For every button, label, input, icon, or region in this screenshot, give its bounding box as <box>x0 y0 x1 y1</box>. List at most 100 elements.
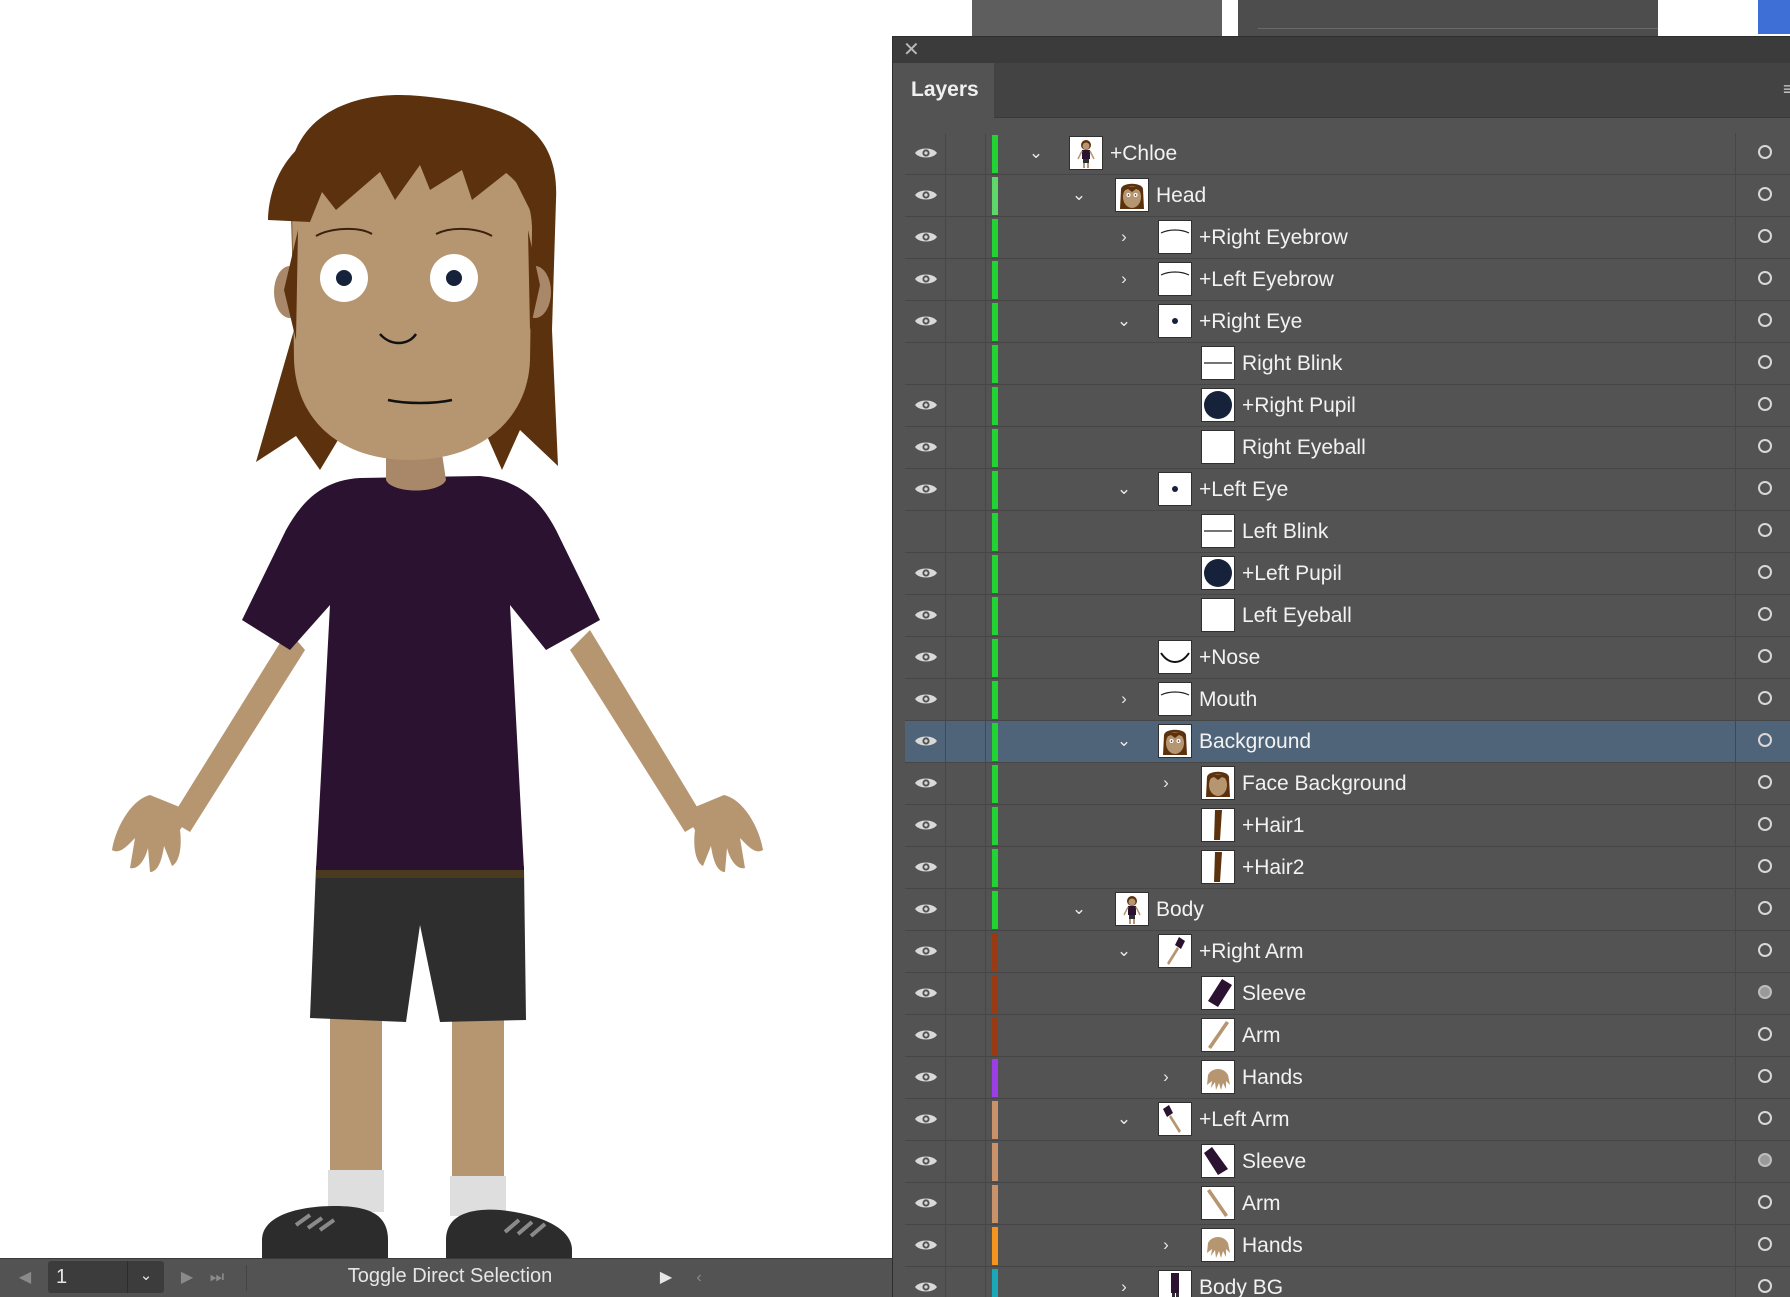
layer-row-hands[interactable]: › Hands <box>905 1225 1790 1267</box>
chevron-down-icon[interactable]: ⌄ <box>127 1261 164 1293</box>
target-circle-icon[interactable] <box>1758 271 1772 285</box>
layer-name[interactable]: +Right Pupil <box>1242 385 1356 426</box>
target-circle-icon[interactable] <box>1758 565 1772 579</box>
layer-thumbnail[interactable] <box>1069 136 1103 170</box>
target-circle-icon[interactable] <box>1758 1279 1772 1293</box>
previous-artboard-icon[interactable]: ◀ <box>14 1267 36 1289</box>
tab-layers[interactable]: Layers <box>893 63 994 118</box>
eye-icon[interactable] <box>905 427 945 468</box>
target-circle-icon[interactable] <box>1758 1027 1772 1041</box>
next-artboard-icon[interactable]: ▶ <box>176 1267 198 1289</box>
eye-icon[interactable] <box>905 889 945 930</box>
target-circle-icon[interactable] <box>1758 481 1772 495</box>
close-icon[interactable]: ✕ <box>903 39 920 61</box>
layer-thumbnail[interactable] <box>1201 1228 1235 1262</box>
layer-name[interactable]: Arm <box>1242 1183 1281 1224</box>
layer-thumbnail[interactable] <box>1201 598 1235 632</box>
target-circle-icon[interactable] <box>1758 691 1772 705</box>
chevron-right-icon[interactable]: › <box>1113 226 1135 248</box>
layer-thumbnail[interactable] <box>1158 304 1192 338</box>
layer-name[interactable]: +Right Arm <box>1199 931 1303 972</box>
eye-icon[interactable] <box>905 1099 945 1140</box>
eye-icon[interactable] <box>905 217 945 258</box>
layer-name[interactable]: +Right Eyebrow <box>1199 217 1348 258</box>
target-circle-icon[interactable] <box>1758 775 1772 789</box>
layer-thumbnail[interactable] <box>1115 892 1149 926</box>
target-circle-icon[interactable] <box>1758 1111 1772 1125</box>
visibility-toggle[interactable] <box>905 343 945 384</box>
eye-icon[interactable] <box>905 1015 945 1056</box>
layer-row-left-eyeball[interactable]: Left Eyeball <box>905 595 1790 637</box>
layer-row-body-bg[interactable]: › Body BG <box>905 1267 1790 1297</box>
eye-icon[interactable] <box>905 553 945 594</box>
layer-row-body[interactable]: ⌄ Body <box>905 889 1790 931</box>
target-circle-icon[interactable] <box>1758 733 1772 747</box>
chevron-down-icon[interactable]: ⌄ <box>1068 898 1090 920</box>
target-circle-icon[interactable] <box>1758 985 1772 999</box>
target-circle-icon[interactable] <box>1758 859 1772 873</box>
layer-row-background[interactable]: ⌄ Background <box>905 721 1790 763</box>
eye-icon[interactable] <box>905 133 945 174</box>
layer-name[interactable]: Hands <box>1242 1225 1303 1266</box>
chevron-down-icon[interactable]: ⌄ <box>1113 310 1135 332</box>
layer-name[interactable]: +Hair2 <box>1242 847 1304 888</box>
layer-thumbnail[interactable] <box>1201 556 1235 590</box>
chevron-right-icon[interactable]: › <box>1155 1066 1177 1088</box>
layer-name[interactable]: +Left Pupil <box>1242 553 1342 594</box>
target-circle-icon[interactable] <box>1758 649 1772 663</box>
layer-row-right-arm[interactable]: ⌄ +Right Arm <box>905 931 1790 973</box>
layer-name[interactable]: Sleeve <box>1242 1141 1306 1182</box>
layer-thumbnail[interactable] <box>1201 976 1235 1010</box>
layer-name[interactable]: Background <box>1199 721 1311 762</box>
layer-row-hair2[interactable]: +Hair2 <box>905 847 1790 889</box>
layer-row-right-eyebrow[interactable]: › +Right Eyebrow <box>905 217 1790 259</box>
eye-icon[interactable] <box>905 469 945 510</box>
layer-thumbnail[interactable] <box>1201 1060 1235 1094</box>
layer-name[interactable]: Sleeve <box>1242 973 1306 1014</box>
eye-icon[interactable] <box>905 385 945 426</box>
eye-icon[interactable] <box>905 595 945 636</box>
eye-icon[interactable] <box>905 973 945 1014</box>
layer-row-right-eye[interactable]: ⌄ +Right Eye <box>905 301 1790 343</box>
target-circle-icon[interactable] <box>1758 145 1772 159</box>
layer-thumbnail[interactable] <box>1158 1270 1192 1297</box>
layer-name[interactable]: Body BG <box>1199 1267 1283 1297</box>
collapse-arrow-icon[interactable]: ‹ <box>688 1267 710 1289</box>
eye-icon[interactable] <box>905 175 945 216</box>
target-circle-icon[interactable] <box>1758 397 1772 411</box>
layer-row-arm[interactable]: Arm <box>905 1015 1790 1057</box>
layer-thumbnail[interactable] <box>1201 850 1235 884</box>
layer-thumbnail[interactable] <box>1201 766 1235 800</box>
layer-name[interactable]: Hands <box>1242 1057 1303 1098</box>
layer-row-hands[interactable]: › Hands <box>905 1057 1790 1099</box>
layer-thumbnail[interactable] <box>1158 640 1192 674</box>
layer-thumbnail[interactable] <box>1158 724 1192 758</box>
layer-row-left-eyebrow[interactable]: › +Left Eyebrow <box>905 259 1790 301</box>
layer-name[interactable]: +Nose <box>1199 637 1260 678</box>
target-circle-icon[interactable] <box>1758 355 1772 369</box>
layer-row-right-pupil[interactable]: +Right Pupil <box>905 385 1790 427</box>
chevron-right-icon[interactable]: › <box>1155 1234 1177 1256</box>
last-artboard-icon[interactable]: ⏭ <box>206 1267 228 1289</box>
layer-name[interactable]: Head <box>1156 175 1206 216</box>
layer-row-head[interactable]: ⌄ Head <box>905 175 1790 217</box>
chevron-down-icon[interactable]: ⌄ <box>1113 940 1135 962</box>
layer-name[interactable]: Face Background <box>1242 763 1407 804</box>
target-circle-icon[interactable] <box>1758 901 1772 915</box>
eye-icon[interactable] <box>905 301 945 342</box>
layer-thumbnail[interactable] <box>1158 472 1192 506</box>
layer-name[interactable]: Left Blink <box>1242 511 1328 552</box>
eye-icon[interactable] <box>905 1141 945 1182</box>
target-circle-icon[interactable] <box>1758 943 1772 957</box>
layer-row-mouth[interactable]: › Mouth <box>905 679 1790 721</box>
target-circle-icon[interactable] <box>1758 187 1772 201</box>
eye-icon[interactable] <box>905 259 945 300</box>
layer-name[interactable]: Arm <box>1242 1015 1281 1056</box>
chevron-down-icon[interactable]: ⌄ <box>1068 184 1090 206</box>
layer-name[interactable]: +Left Arm <box>1199 1099 1289 1140</box>
eye-icon[interactable] <box>905 763 945 804</box>
layer-name[interactable]: +Right Eye <box>1199 301 1302 342</box>
eye-icon[interactable] <box>905 721 945 762</box>
target-circle-icon[interactable] <box>1758 1195 1772 1209</box>
layer-row-left-arm[interactable]: ⌄ +Left Arm <box>905 1099 1790 1141</box>
